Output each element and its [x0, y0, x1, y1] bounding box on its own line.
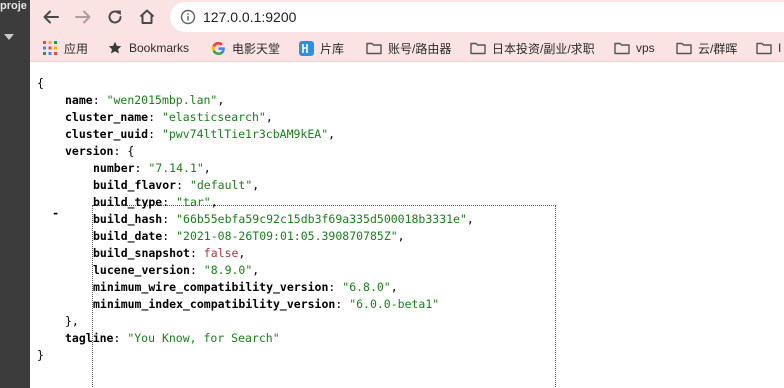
forward-arrow-icon	[75, 10, 91, 24]
json-key: tagline	[65, 331, 114, 345]
bookmarks-bar: 应用 Bookmarks 电影天堂 片库 账号/路由器 日本投资/副业/求职 v…	[30, 34, 784, 62]
pianku-icon	[298, 40, 314, 56]
json-key: build_snapshot	[93, 246, 190, 260]
url-text[interactable]: 127.0.0.1:9200	[203, 2, 296, 32]
json-key: minimum_wire_compatibility_version	[93, 280, 329, 294]
json-line-min-index: minimum_index_compatibility_version: "6.…	[93, 297, 440, 311]
json-key: name	[65, 93, 93, 107]
project-label: proje	[0, 0, 27, 12]
folder-icon	[470, 40, 486, 56]
folder-icon	[756, 40, 772, 56]
bookmark-bookmarks[interactable]: Bookmarks	[107, 34, 189, 62]
json-key: lucene_version	[93, 263, 190, 277]
json-boolean-value: false	[203, 246, 239, 260]
json-line-build-hash: build_hash: "66b55ebfa59c92c15db3f69a335…	[93, 212, 474, 226]
json-string-value: "7.14.1"	[148, 161, 204, 175]
background-window-strip: proje	[0, 0, 30, 388]
folder-icon	[366, 40, 382, 56]
reload-icon	[108, 10, 122, 24]
json-line-min-wire: minimum_wire_compatibility_version: "6.8…	[93, 280, 398, 294]
dropdown-triangle-icon[interactable]	[4, 34, 14, 40]
browser-toolbar: 127.0.0.1:9200	[30, 0, 784, 34]
json-string-value: "8.9.0"	[203, 263, 253, 277]
json-line-build-date: build_date: "2021-08-26T09:01:05.3908707…	[93, 229, 405, 243]
bookmark-folder-vps[interactable]: vps	[614, 34, 655, 62]
json-close-brace: }	[37, 348, 44, 362]
bookmark-label: Bookmarks	[129, 41, 190, 55]
json-string-value: "You Know, for Search"	[127, 331, 280, 345]
json-line-build-snapshot: build_snapshot: false,	[93, 246, 246, 260]
json-line-build-type: build_type: "tar",	[93, 195, 218, 209]
json-line-build-flavor: build_flavor: "default",	[93, 178, 260, 192]
bookmark-pianku[interactable]: 片库	[298, 34, 344, 62]
forward-button[interactable]	[71, 5, 95, 29]
json-string-value: "6.8.0"	[342, 280, 391, 294]
json-open-brace: {	[37, 76, 44, 90]
json-key: cluster_uuid	[65, 127, 149, 141]
info-icon	[180, 9, 196, 25]
star-icon	[107, 40, 123, 56]
back-button[interactable]	[39, 5, 63, 29]
json-key: version	[65, 144, 114, 158]
google-icon	[210, 40, 226, 56]
bookmark-label: vps	[636, 41, 655, 55]
json-key: cluster_name	[65, 110, 149, 124]
json-version-close: },	[65, 314, 79, 328]
json-brace: {	[127, 144, 135, 158]
collapse-toggle[interactable]: -	[52, 205, 59, 222]
home-icon	[139, 9, 155, 24]
bookmark-apps[interactable]: 应用	[42, 34, 88, 62]
json-key: build_date	[93, 229, 163, 243]
json-string-value: "66b55ebfa59c92c15db3f69a335d500018b3331…	[176, 212, 467, 226]
json-string-value: "wen2015mbp.lan"	[106, 93, 218, 107]
bookmark-label: 云/群晖	[698, 41, 738, 56]
bookmark-label: 日本投资/副业/求职	[492, 41, 595, 56]
bookmark-label: 应用	[64, 41, 89, 56]
json-key: build_type	[93, 195, 163, 209]
bookmark-dianying[interactable]: 电影天堂	[210, 34, 280, 62]
json-key: number	[93, 161, 135, 175]
json-string-value: "pwv74ltlTie1r3cbAM9kEA"	[161, 127, 329, 141]
json-line-tagline: tagline: "You Know, for Search"	[65, 331, 280, 345]
json-string-value: "default"	[189, 178, 253, 192]
json-viewer: - { name: "wen2015mbp.lan", cluster_name…	[30, 63, 784, 388]
bookmark-label: 账号/路由器	[388, 41, 452, 56]
json-string-value: "elasticsearch"	[161, 110, 266, 124]
bookmark-folder-more[interactable]: I	[756, 34, 781, 62]
bookmark-label: I	[778, 41, 782, 55]
bookmark-label: 片库	[320, 41, 345, 56]
bookmark-folder-japan[interactable]: 日本投资/副业/求职	[470, 34, 595, 62]
json-string-value: "tar"	[176, 195, 211, 209]
json-line-lucene-version: lucene_version: "8.9.0",	[93, 263, 260, 277]
json-line-cluster-uuid: cluster_uuid: "pwv74ltlTie1r3cbAM9kEA",	[65, 127, 336, 141]
bookmark-folder-cloud[interactable]: 云/群晖	[676, 34, 737, 62]
json-line-name: name: "wen2015mbp.lan",	[65, 93, 225, 107]
json-key: build_hash	[93, 212, 163, 226]
address-bar[interactable]: 127.0.0.1:9200	[170, 2, 784, 32]
bookmark-label: 电影天堂	[232, 41, 281, 56]
json-string-value: "6.0.0-beta1"	[349, 297, 440, 311]
json-key: build_flavor	[93, 178, 177, 192]
apps-grid-icon	[42, 40, 58, 56]
folder-icon	[614, 40, 630, 56]
json-line-cluster-name: cluster_name: "elasticsearch",	[65, 110, 273, 124]
json-key: minimum_index_compatibility_version	[93, 297, 336, 311]
home-button[interactable]	[135, 5, 159, 29]
back-arrow-icon	[43, 10, 59, 24]
json-line-number: number: "7.14.1",	[93, 161, 211, 175]
json-line-version: version: {	[65, 144, 135, 158]
reload-button[interactable]	[103, 5, 127, 29]
folder-icon	[676, 40, 692, 56]
json-string-value: "2021-08-26T09:01:05.390870785Z"	[176, 229, 398, 243]
bookmark-folder-account[interactable]: 账号/路由器	[366, 34, 451, 62]
